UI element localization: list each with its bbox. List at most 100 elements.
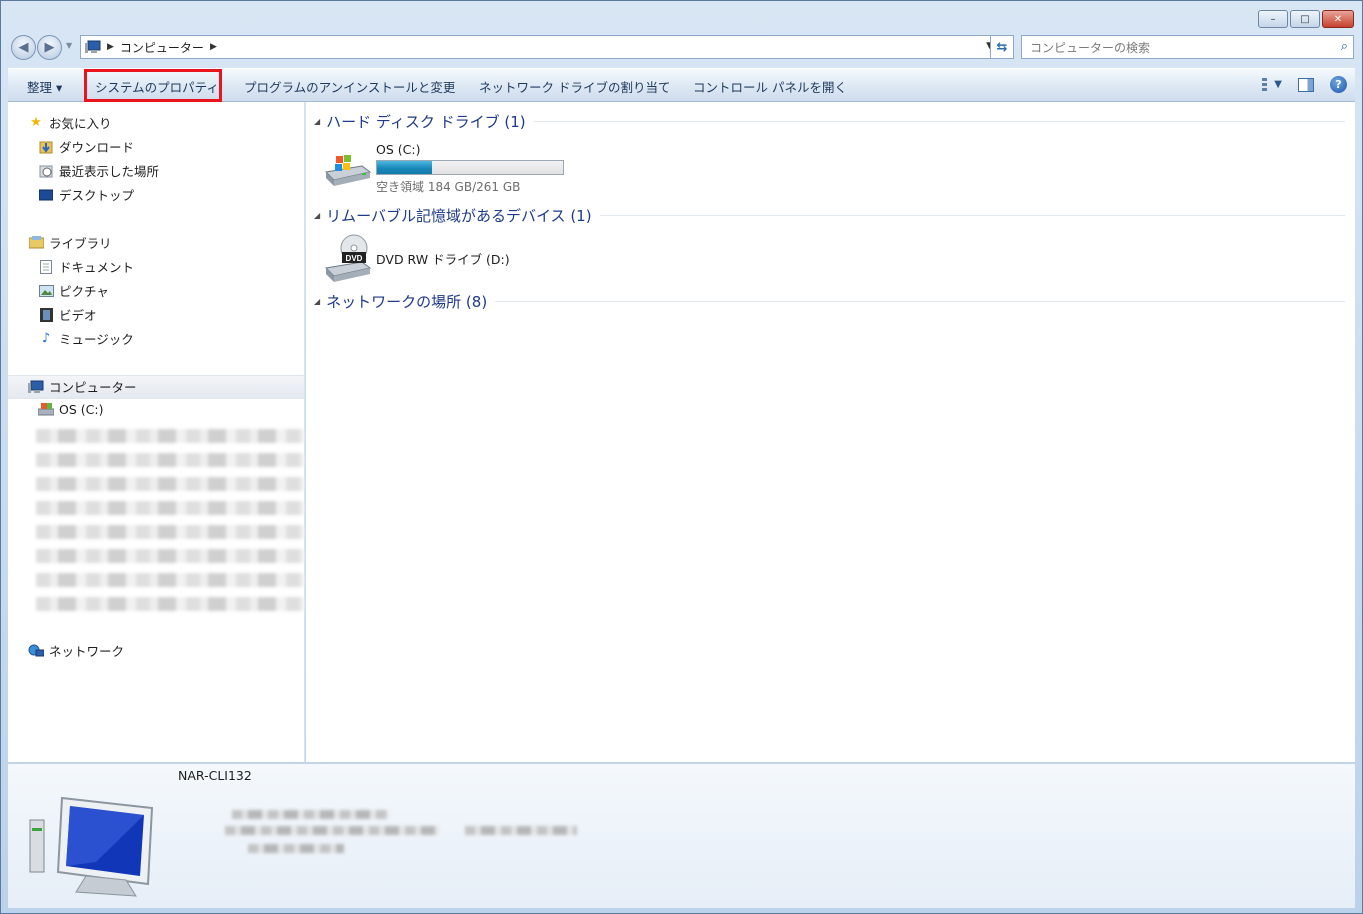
chevron-down-icon[interactable]: ▼ (1274, 79, 1282, 90)
divider (495, 301, 1345, 302)
breadcrumb-separator-icon[interactable]: ▶ (107, 42, 114, 52)
sidebar-item-computer[interactable]: コンピューター (28, 377, 137, 396)
redacted-item[interactable] (36, 597, 304, 611)
redacted-detail (465, 826, 577, 835)
address-row: ◀ ▶ ▼ ▶ コンピューター ▶ ▼ ⇆ コンピューターの検索 ⌕ (9, 34, 1354, 60)
group-header-label: ネットワークの場所 (8) (326, 293, 488, 311)
computer-name: NAR-CLI132 (178, 768, 252, 783)
refresh-icon: ⇆ (996, 39, 1008, 55)
search-icon[interactable]: ⌕ (1341, 39, 1348, 54)
sidebar-item-libraries[interactable]: ライブラリ (28, 233, 112, 252)
minimize-button[interactable]: – (1258, 10, 1288, 28)
group-header-label: リムーバブル記憶域があるデバイス (1) (326, 207, 592, 225)
sidebar-item-os-drive[interactable]: OS (C:) (38, 401, 103, 417)
sidebar-item-label: ピクチャ (59, 284, 109, 299)
search-input[interactable]: コンピューターの検索 ⌕ (1021, 35, 1354, 59)
sidebar-item-label: ビデオ (59, 308, 97, 323)
network-icon (28, 643, 44, 659)
redacted-detail (248, 844, 344, 853)
sidebar-item-music[interactable]: ♪ ミュージック (38, 329, 134, 348)
dvd-drive-icon: DVD (322, 234, 372, 282)
help-icon[interactable]: ? (1330, 76, 1347, 93)
redacted-item[interactable] (36, 549, 304, 563)
redacted-detail (225, 826, 439, 835)
pc-monitor-icon (26, 792, 166, 905)
divider (599, 215, 1345, 216)
redacted-item[interactable] (36, 501, 304, 515)
sidebar-item-recent-places[interactable]: 最近表示した場所 (38, 161, 159, 180)
group-header-removable[interactable]: ◢ リムーバブル記憶域があるデバイス (1) (314, 205, 1345, 226)
capacity-bar-fill (377, 161, 432, 174)
collapse-triangle-icon[interactable]: ◢ (314, 211, 320, 220)
search-placeholder: コンピューターの検索 (1030, 40, 1151, 55)
sidebar-item-desktop[interactable]: デスクトップ (38, 185, 134, 204)
divider (533, 121, 1345, 122)
computer-icon (85, 40, 101, 53)
maximize-button[interactable]: □ (1290, 10, 1320, 28)
group-header-hard-disk[interactable]: ◢ ハード ディスク ドライブ (1) (314, 111, 1345, 132)
redacted-item[interactable] (36, 525, 304, 539)
drive-name: DVD RW ドライブ (D:) (376, 252, 510, 267)
history-dropdown-icon[interactable]: ▼ (66, 41, 72, 50)
desktop-icon (38, 187, 54, 203)
command-bar: 整理 ▾ システムのプロパティ プログラムのアンインストールと変更 ネットワーク… (8, 68, 1355, 102)
forward-arrow-icon: ▶ (44, 40, 55, 55)
details-pane: NAR-CLI132 (8, 763, 1355, 908)
sidebar-item-label: OS (C:) (59, 401, 104, 417)
recent-places-icon (38, 163, 54, 179)
sidebar-item-network[interactable]: ネットワーク (28, 641, 124, 660)
hard-drive-icon (322, 142, 372, 186)
organize-button[interactable]: 整理 ▾ (27, 77, 62, 96)
content-pane: ◢ ハード ディスク ドライブ (1) OS (C:) 空き領域 184 GB/… (306, 102, 1355, 762)
library-icon (28, 235, 44, 251)
picture-icon (38, 283, 54, 299)
close-button[interactable]: ✕ (1322, 10, 1354, 28)
collapse-triangle-icon[interactable]: ◢ (314, 297, 320, 306)
sidebar-item-label: ライブラリ (49, 236, 112, 251)
sidebar-item-label: ミュージック (59, 332, 134, 347)
sidebar-item-label: ダウンロード (59, 140, 135, 155)
sidebar-item-videos[interactable]: ビデオ (38, 305, 97, 324)
sidebar-item-label: 最近表示した場所 (59, 164, 160, 179)
refresh-button[interactable]: ⇆ (990, 35, 1014, 59)
preview-pane-icon[interactable] (1298, 77, 1314, 92)
change-view-icon[interactable]: ▼ (1262, 77, 1282, 93)
breadcrumb-separator-icon[interactable]: ▶ (210, 42, 217, 52)
music-icon: ♪ (41, 331, 51, 346)
back-button[interactable]: ◀ (11, 35, 36, 60)
drive-item-d[interactable]: DVD DVD RW ドライブ (D:) (322, 234, 510, 282)
sidebar-item-label: ドキュメント (59, 260, 135, 275)
sidebar-item-documents[interactable]: ドキュメント (38, 257, 134, 276)
uninstall-program-button[interactable]: プログラムのアンインストールと変更 (244, 77, 455, 96)
window-controls: – □ ✕ (1258, 10, 1354, 28)
redacted-item[interactable] (36, 453, 304, 467)
system-properties-button[interactable]: システムのプロパティ (95, 77, 219, 96)
sidebar-item-downloads[interactable]: ダウンロード (38, 137, 134, 156)
breadcrumb-computer[interactable]: コンピューター (120, 39, 204, 56)
drive-name: OS (C:) (376, 142, 421, 157)
sidebar-item-label: お気に入り (49, 116, 112, 131)
capacity-bar (376, 160, 564, 175)
collapse-triangle-icon[interactable]: ◢ (314, 117, 320, 126)
redacted-item[interactable] (36, 477, 304, 491)
map-network-drive-button[interactable]: ネットワーク ドライブの割り当て (479, 77, 670, 96)
open-control-panel-button[interactable]: コントロール パネルを開く (693, 77, 847, 96)
redacted-detail (232, 810, 388, 819)
sidebar-item-label: コンピューター (49, 380, 137, 395)
group-header-network[interactable]: ◢ ネットワークの場所 (8) (314, 291, 1345, 312)
hard-drive-icon (38, 401, 54, 417)
drive-item-c[interactable]: OS (C:) 空き領域 184 GB/261 GB (322, 142, 564, 195)
download-folder-icon (38, 139, 54, 155)
redacted-item[interactable] (36, 429, 304, 443)
explorer-window: – □ ✕ ◀ ▶ ▼ ▶ コンピューター ▶ ▼ ⇆ コンピューターの検索 ⌕… (0, 0, 1363, 914)
sidebar-item-label: デスクトップ (59, 188, 135, 203)
sidebar-item-favorites[interactable]: ★ お気に入り (28, 113, 112, 132)
forward-button[interactable]: ▶ (37, 35, 62, 60)
address-bar[interactable]: ▶ コンピューター ▶ ▼ (80, 35, 998, 59)
star-icon: ★ (30, 115, 42, 130)
sidebar-item-pictures[interactable]: ピクチャ (38, 281, 109, 300)
free-space-text: 空き領域 184 GB/261 GB (376, 180, 521, 194)
redacted-item[interactable] (36, 573, 304, 587)
computer-icon (28, 379, 44, 395)
drive-info: OS (C:) 空き領域 184 GB/261 GB (376, 142, 564, 195)
